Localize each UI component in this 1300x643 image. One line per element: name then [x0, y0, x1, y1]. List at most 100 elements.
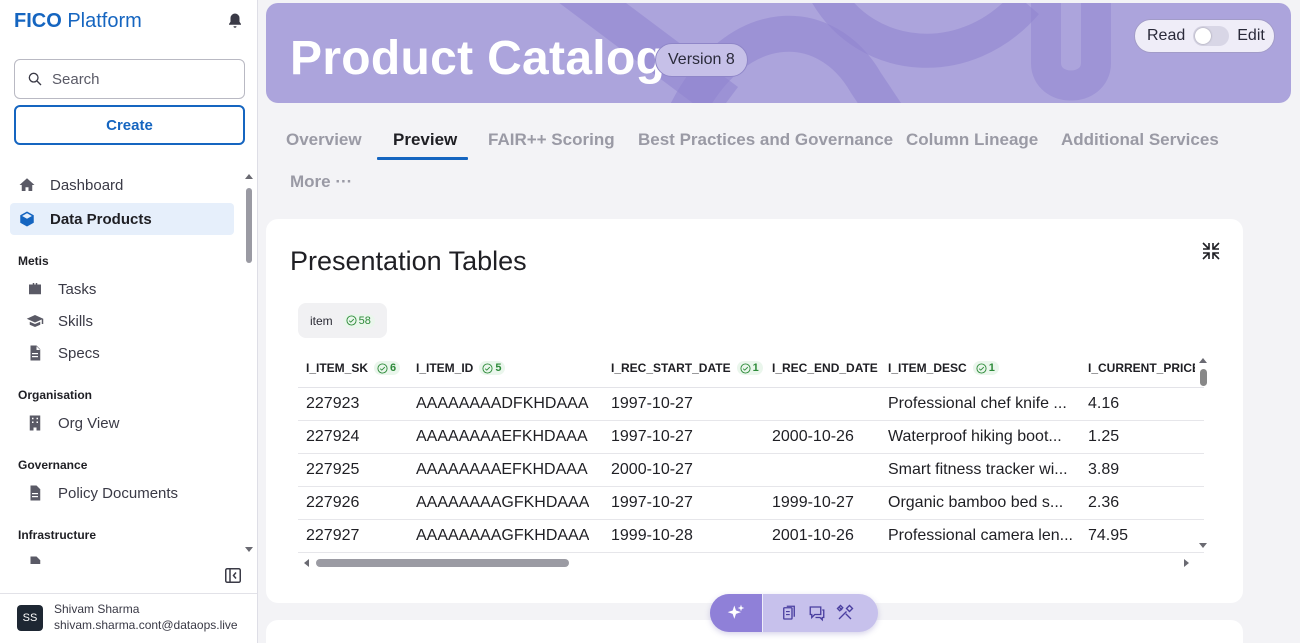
cell: AAAAAAAAEFKHDAAA [416, 461, 588, 478]
tools-icon [836, 604, 854, 620]
ai-assistant-button[interactable] [710, 594, 762, 632]
brand-logo[interactable]: FICO Platform [14, 10, 142, 33]
chat-button[interactable] [803, 594, 831, 632]
quality-badge: 58 [342, 313, 375, 328]
user-profile[interactable]: SS Shivam Sharma shivam.sharma.cont@data… [0, 593, 257, 643]
column-header[interactable]: I_REC_START_DATE 1 [611, 361, 763, 375]
avatar: SS [17, 605, 43, 631]
copy-button[interactable] [775, 594, 803, 632]
table-row[interactable]: 227923 AAAAAAAADFKHDAAA 1997-10-27 Profe… [298, 388, 1204, 421]
cell: 4.16 [1088, 395, 1120, 412]
cell: 1997-10-27 [611, 395, 693, 412]
cell: 227924 [306, 428, 360, 445]
quality-badge: 1 [736, 361, 763, 375]
column-header[interactable]: I_ITEM_DESC 1 [888, 361, 999, 375]
tab-best-practices[interactable]: Best Practices and Governance [638, 130, 893, 150]
sidebar-item-partial[interactable] [10, 548, 234, 564]
check-circle-icon [346, 315, 357, 326]
tab-more[interactable]: More ··· [290, 172, 352, 192]
scroll-up-icon[interactable] [244, 172, 254, 180]
sidebar-scroll-thumb[interactable] [246, 188, 252, 263]
table-chip-item[interactable]: item 58 [298, 303, 387, 338]
version-badge[interactable]: Version 8 [655, 43, 748, 77]
user-name: Shivam Sharma [54, 602, 140, 616]
cell: 1997-10-27 [611, 494, 693, 511]
read-edit-toggle[interactable]: Read Edit [1134, 19, 1275, 53]
scroll-right-icon[interactable] [1183, 556, 1191, 570]
read-label: Read [1147, 27, 1186, 44]
briefcase-icon [29, 283, 41, 295]
sidebar-item-org-view[interactable]: Org View [10, 407, 234, 439]
cell: AAAAAAAAGFKHDAAA [416, 527, 590, 544]
cell: 2001-10-26 [772, 527, 854, 544]
clipboard-icon [783, 605, 795, 620]
create-button[interactable]: Create [14, 105, 245, 145]
column-header[interactable]: I_CURRENT_PRICE [1088, 361, 1195, 375]
sidebar: FICO Platform Search Create Dashboard Da… [0, 0, 258, 643]
quality-badge: 1 [972, 361, 999, 375]
edit-label: Edit [1237, 27, 1265, 44]
tab-column-lineage[interactable]: Column Lineage [906, 130, 1038, 150]
cube-icon [20, 211, 34, 227]
scroll-down-icon[interactable] [1196, 542, 1210, 550]
cell: 227925 [306, 461, 360, 478]
sidebar-item-skills[interactable]: Skills [10, 305, 234, 337]
sidebar-scrollbar[interactable] [244, 172, 254, 557]
mode-switch[interactable] [1193, 26, 1230, 46]
collapse-sidebar-icon[interactable] [225, 568, 241, 583]
floating-toolbar [710, 594, 878, 632]
table-row[interactable]: 227925 AAAAAAAAEFKHDAAA 2000-10-27 Smart… [298, 454, 1204, 487]
tab-preview[interactable]: Preview [393, 130, 457, 150]
scroll-up-icon[interactable] [1196, 356, 1210, 364]
sidebar-item-specs[interactable]: Specs [10, 337, 234, 369]
collapse-icon[interactable] [1201, 241, 1221, 261]
section-governance: Governance [18, 458, 88, 472]
cell: Smart fitness tracker wi... [888, 461, 1068, 478]
sidebar-item-dashboard[interactable]: Dashboard [10, 169, 234, 201]
scroll-left-icon[interactable] [302, 556, 310, 570]
sidebar-item-data-products[interactable]: Data Products [10, 203, 234, 235]
tab-overview[interactable]: Overview [286, 130, 362, 150]
column-header[interactable]: I_ITEM_SK 6 [306, 361, 401, 375]
tab-additional-services[interactable]: Additional Services [1061, 130, 1219, 150]
cell: 227926 [306, 494, 360, 511]
sidebar-item-tasks[interactable]: Tasks [10, 273, 234, 305]
check-circle-icon [976, 362, 987, 374]
column-header[interactable]: I_REC_END_DATE [772, 361, 878, 375]
cell: AAAAAAAAGFKHDAAA [416, 494, 590, 511]
check-circle-icon [482, 362, 493, 374]
sidebar-item-policy-documents[interactable]: Policy Documents [10, 477, 234, 509]
cell: 1999-10-28 [611, 527, 693, 544]
scroll-down-icon[interactable] [244, 546, 254, 554]
search-input[interactable]: Search [14, 59, 245, 99]
section-organisation: Organisation [18, 388, 93, 402]
tab-fair-scoring[interactable]: FAIR++ Scoring [488, 130, 615, 150]
cell: 1997-10-27 [611, 428, 693, 445]
document-icon [30, 345, 41, 361]
table-row[interactable]: 227924 AAAAAAAAEFKHDAAA 1997-10-27 2000-… [298, 421, 1204, 454]
bell-icon[interactable] [226, 12, 244, 30]
toolbar-divider [762, 594, 763, 632]
home-icon [19, 178, 35, 191]
cell: 227927 [306, 527, 360, 544]
cell: AAAAAAAADFKHDAAA [416, 395, 589, 412]
column-header[interactable]: I_ITEM_ID 5 [416, 361, 506, 375]
table-scroll-thumb[interactable] [1200, 369, 1207, 386]
tools-button[interactable] [831, 594, 859, 632]
cell: 2000-10-26 [772, 428, 854, 445]
quality-badge: 6 [374, 361, 401, 375]
table-vertical-scrollbar[interactable] [1196, 356, 1210, 552]
table-horizontal-scrollbar[interactable] [298, 556, 1189, 570]
document-icon [30, 556, 41, 564]
product-banner: Product Catalog Version 8 Read Edit [266, 3, 1291, 103]
horizontal-scroll-thumb[interactable] [316, 559, 569, 567]
table-row[interactable]: 227926 AAAAAAAAGFKHDAAA 1997-10-27 1999-… [298, 487, 1204, 520]
card-title: Presentation Tables [290, 246, 527, 276]
search-icon [28, 72, 42, 86]
cell: 74.95 [1088, 527, 1129, 544]
presentation-tables-card: Presentation Tables item 58 I_ITEM_SK 6 … [266, 219, 1243, 603]
table-row[interactable]: 227927 AAAAAAAAGFKHDAAA 1999-10-28 2001-… [298, 520, 1204, 553]
sidebar-nav: Dashboard Data Products Metis Tasks Skil… [0, 168, 244, 564]
quality-badge: 5 [479, 361, 506, 375]
cell: 1999-10-27 [772, 494, 854, 511]
